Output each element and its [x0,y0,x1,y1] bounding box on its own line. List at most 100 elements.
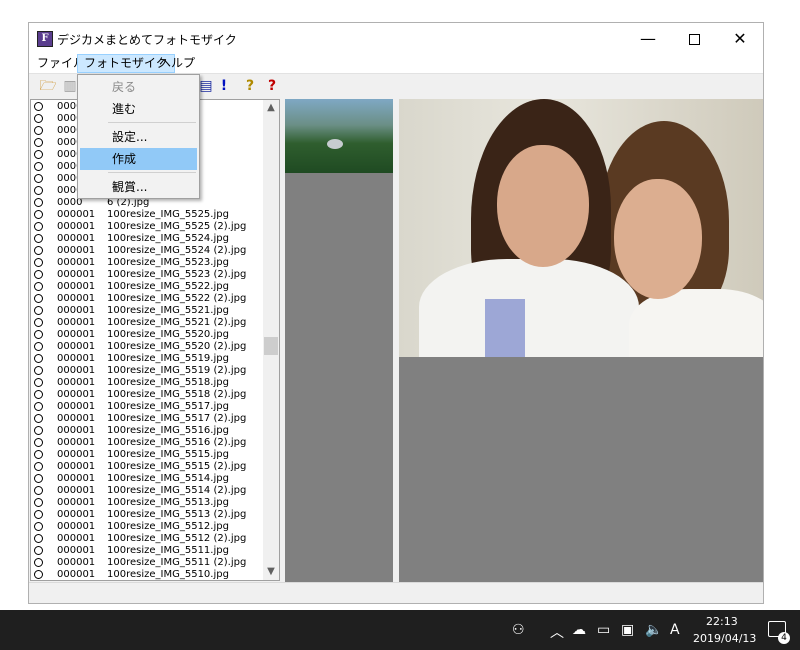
file-list-row[interactable]: 000001 100resize_IMG_5513.jpg [31,497,263,509]
radio-icon[interactable] [34,270,43,279]
title-bar[interactable]: F デジカメまとめてフォトモザイク — ✕ [29,23,763,54]
menu-item-view[interactable]: 観賞... [80,176,197,198]
radio-icon[interactable] [34,294,43,303]
radio-icon[interactable] [34,426,43,435]
radio-icon[interactable] [34,174,43,183]
file-list-row[interactable]: 000001 100resize_IMG_5523 (2).jpg [31,269,263,281]
file-list-row[interactable]: 000001 100resize_IMG_5518.jpg [31,377,263,389]
ime-indicator[interactable]: A [670,622,680,638]
file-list-row[interactable]: 000001 100resize_IMG_5511.jpg [31,545,263,557]
file-list-row[interactable]: 000001 100resize_IMG_5519 (2).jpg [31,365,263,377]
radio-icon[interactable] [34,330,43,339]
onedrive-icon[interactable]: ☁ [572,622,586,638]
file-list-row[interactable]: 000001 100resize_IMG_5512 (2).jpg [31,533,263,545]
radio-icon[interactable] [34,414,43,423]
file-list-row[interactable]: 000001 100resize_IMG_5520 (2).jpg [31,341,263,353]
file-list-row[interactable]: 000001 100resize_IMG_5524 (2).jpg [31,245,263,257]
file-list-row[interactable]: 000001 100resize_IMG_5523.jpg [31,257,263,269]
file-list-row[interactable]: 000001 100resize_IMG_5514 (2).jpg [31,485,263,497]
file-list-row[interactable]: 000001 100resize_IMG_5525 (2).jpg [31,221,263,233]
radio-icon[interactable] [34,114,43,123]
file-list-row[interactable]: 000001 100resize_IMG_5520.jpg [31,329,263,341]
context-help-icon[interactable]: ? [263,77,281,95]
radio-icon[interactable] [34,126,43,135]
people-icon[interactable]: ⚇ [512,622,525,638]
scroll-thumb[interactable] [264,337,278,355]
radio-icon[interactable] [34,522,43,531]
radio-icon[interactable] [34,438,43,447]
radio-icon[interactable] [34,222,43,231]
radio-icon[interactable] [34,234,43,243]
file-list-row[interactable]: 000001 100resize_IMG_5514.jpg [31,473,263,485]
radio-icon[interactable] [34,546,43,555]
radio-icon[interactable] [34,150,43,159]
radio-icon[interactable] [34,354,43,363]
minimize-button[interactable]: — [625,23,671,54]
file-list-row[interactable]: 000001 100resize_IMG_5515.jpg [31,449,263,461]
alert-icon[interactable]: ! [215,77,233,95]
thumbnail-image[interactable] [285,99,393,173]
radio-icon[interactable] [34,198,43,207]
file-list-row[interactable]: 000001 100resize_IMG_5515 (2).jpg [31,461,263,473]
radio-icon[interactable] [34,378,43,387]
file-list-row[interactable]: 000001 100resize_IMG_5521.jpg [31,305,263,317]
scroll-down-icon[interactable]: ▼ [263,564,279,580]
radio-icon[interactable] [34,342,43,351]
radio-icon[interactable] [34,402,43,411]
file-list-row[interactable]: 000001 100resize_IMG_5516.jpg [31,425,263,437]
file-list-row[interactable]: 000001 100resize_IMG_5512.jpg [31,521,263,533]
file-list-row[interactable]: 000001 100resize_IMG_5524.jpg [31,233,263,245]
radio-icon[interactable] [34,498,43,507]
close-button[interactable]: ✕ [717,23,763,54]
radio-icon[interactable] [34,390,43,399]
maximize-button[interactable] [671,23,717,54]
menu-item-forward[interactable]: 進む [80,98,197,120]
radio-icon[interactable] [34,510,43,519]
radio-icon[interactable] [34,534,43,543]
radio-icon[interactable] [34,570,43,579]
file-list-row[interactable]: 000001 100resize_IMG_5517 (2).jpg [31,413,263,425]
radio-icon[interactable] [34,306,43,315]
radio-icon[interactable] [34,450,43,459]
radio-icon[interactable] [34,246,43,255]
help-icon[interactable]: ? [241,77,259,95]
clock-time[interactable]: 22:13 [706,615,738,628]
radio-icon[interactable] [34,138,43,147]
radio-icon[interactable] [34,462,43,471]
file-list-row[interactable]: 000001 100resize_IMG_5513 (2).jpg [31,509,263,521]
radio-icon[interactable] [34,186,43,195]
file-list-row[interactable]: 000001 100resize_IMG_5517.jpg [31,401,263,413]
file-list-row[interactable]: 000001 100resize_IMG_5521 (2).jpg [31,317,263,329]
menu-item-create[interactable]: 作成 [80,148,197,170]
file-list-row[interactable]: 000001 100resize_IMG_5525.jpg [31,209,263,221]
file-list-row[interactable]: 000001 100resize_IMG_5518 (2).jpg [31,389,263,401]
radio-icon[interactable] [34,258,43,267]
radio-icon[interactable] [34,282,43,291]
file-list-row[interactable]: 000001 100resize_IMG_5522.jpg [31,281,263,293]
menu-help[interactable]: ヘルプ [153,54,201,73]
network-icon[interactable]: ▣ [621,622,634,638]
menu-item-settings[interactable]: 設定... [80,126,197,148]
file-list-row[interactable]: 000001 100resize_IMG_5522 (2).jpg [31,293,263,305]
file-list-row[interactable]: 000001 100resize_IMG_5511 (2).jpg [31,557,263,569]
volume-icon[interactable]: 🔈 [645,622,662,638]
radio-icon[interactable] [34,318,43,327]
radio-icon[interactable] [34,366,43,375]
show-hidden-icons-icon[interactable]: ︿ [550,622,564,642]
radio-icon[interactable] [34,162,43,171]
file-number: 000001 [57,293,96,304]
battery-icon[interactable]: ▭ [597,622,610,638]
radio-icon[interactable] [34,486,43,495]
app-icon[interactable]: F [37,31,53,47]
scroll-up-icon[interactable]: ▲ [263,100,279,116]
file-list-row[interactable]: 000001 100resize_IMG_5519.jpg [31,353,263,365]
radio-icon[interactable] [34,558,43,567]
file-list-row[interactable]: 000001 100resize_IMG_5510.jpg [31,569,263,580]
clock-date[interactable]: 2019/04/13 [693,632,756,645]
radio-icon[interactable] [34,102,43,111]
open-folder-icon[interactable]: 🗁 [39,77,57,95]
radio-icon[interactable] [34,210,43,219]
file-list-scrollbar[interactable]: ▲ ▼ [263,100,279,580]
file-list-row[interactable]: 000001 100resize_IMG_5516 (2).jpg [31,437,263,449]
radio-icon[interactable] [34,474,43,483]
